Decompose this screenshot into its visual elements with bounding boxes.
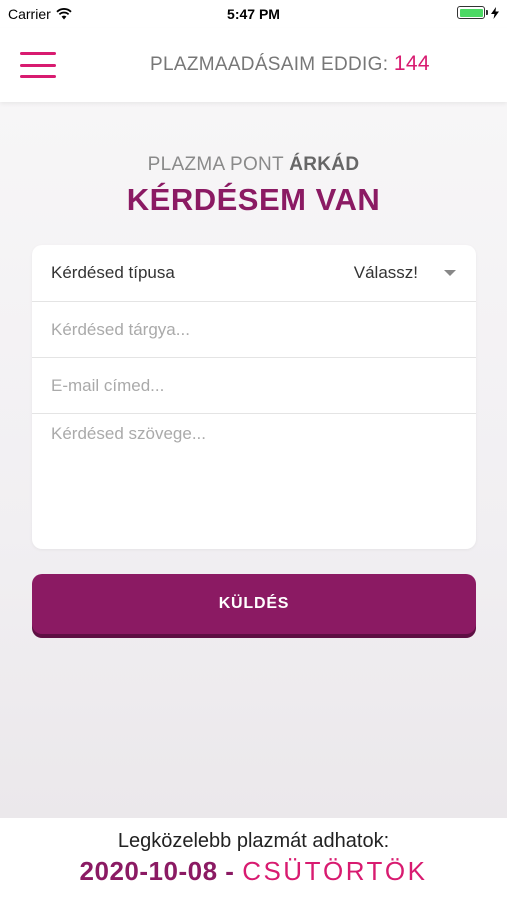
question-type-select[interactable]: Kérdésed típusa Válassz! bbox=[32, 245, 476, 302]
donation-counter: PLAZMAADÁSAIM EDDIG: 144 bbox=[150, 52, 430, 76]
donation-counter-value: 144 bbox=[393, 52, 430, 75]
email-row bbox=[32, 358, 476, 414]
hamburger-menu-icon[interactable] bbox=[20, 52, 56, 78]
battery-icon bbox=[457, 6, 499, 19]
question-type-label: Kérdésed típusa bbox=[51, 263, 175, 282]
app-header: PLAZMAADÁSAIM EDDIG: 144 bbox=[0, 28, 507, 102]
next-donation-footer: Legközelebb plazmát adhatok: 2020-10-08 … bbox=[0, 818, 507, 900]
question-form: Kérdésed típusa Válassz! bbox=[32, 245, 476, 549]
message-textarea[interactable] bbox=[51, 424, 451, 539]
chevron-down-icon[interactable] bbox=[444, 270, 456, 276]
page-title: KÉRDÉSEM VAN bbox=[126, 182, 381, 217]
next-date-value: 2020-10-08 bbox=[79, 856, 218, 886]
location-prefix: PLAZMA PONT bbox=[147, 154, 284, 175]
charging-bolt-icon bbox=[491, 6, 499, 19]
location-heading: PLAZMA PONT ÁRKÁD bbox=[0, 154, 507, 176]
subject-input[interactable] bbox=[51, 302, 451, 357]
status-time: 5:47 PM bbox=[227, 6, 280, 22]
next-donation-label: Legközelebb plazmát adhatok: bbox=[117, 830, 390, 852]
next-donation-date: 2020-10-08 - CSÜTÖRTÖK bbox=[0, 856, 507, 887]
status-bar: Carrier 5:47 PM bbox=[0, 0, 507, 28]
message-row bbox=[32, 414, 476, 549]
location-name: ÁRKÁD bbox=[289, 154, 360, 175]
next-day-value: CSÜTÖRTÖK bbox=[242, 856, 428, 886]
email-input[interactable] bbox=[51, 358, 451, 413]
next-date-separator: - bbox=[225, 856, 235, 886]
subject-row bbox=[32, 302, 476, 358]
donation-counter-label: PLAZMAADÁSAIM EDDIG: bbox=[150, 54, 389, 75]
main-content: PLAZMA PONT ÁRKÁD KÉRDÉSEM VAN Kérdésed … bbox=[0, 102, 507, 818]
send-button[interactable]: KÜLDÉS bbox=[32, 574, 476, 634]
question-type-value[interactable]: Válassz! bbox=[354, 263, 418, 283]
